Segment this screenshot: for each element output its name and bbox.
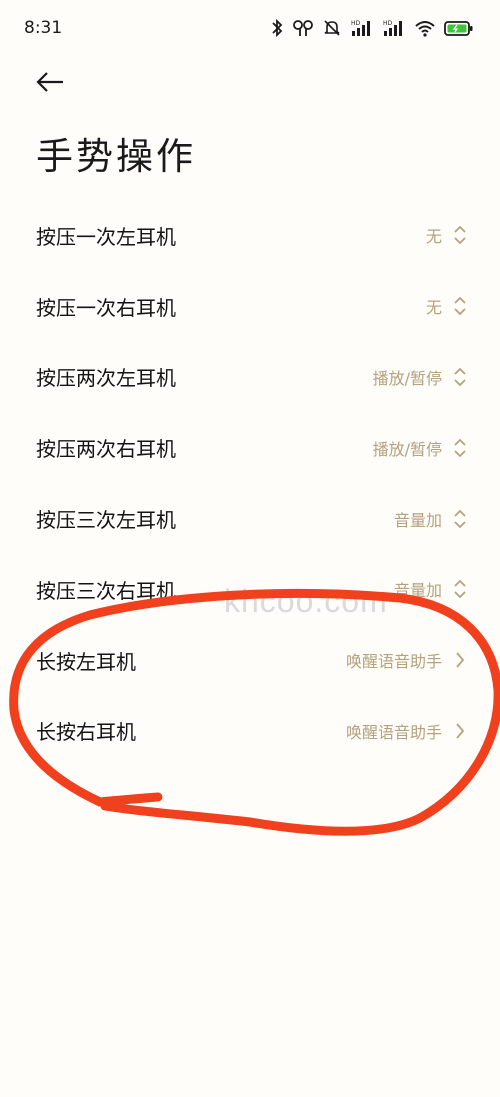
setting-row-press-twice-right[interactable]: 按压两次右耳机 播放/暂停: [0, 412, 500, 483]
setting-row-long-press-right[interactable]: 长按右耳机 唤醒语音助手: [0, 696, 500, 767]
earbuds-icon: [292, 18, 314, 38]
chevron-up-down-icon: [452, 294, 468, 318]
setting-label: 按压三次右耳机: [36, 578, 176, 603]
back-arrow-icon: [35, 70, 65, 98]
setting-value: 音量加: [393, 581, 442, 601]
page-title: 手势操作: [36, 135, 196, 178]
svg-text:HD: HD: [351, 20, 361, 27]
setting-row-press-thrice-right[interactable]: 按压三次右耳机 音量加: [0, 554, 500, 625]
setting-label: 按压一次左耳机: [36, 224, 176, 249]
chevron-up-down-icon: [452, 507, 468, 531]
setting-value: 播放/暂停: [372, 368, 442, 388]
back-button[interactable]: [30, 64, 70, 104]
signal-hd-icon-1: HD: [350, 18, 374, 38]
setting-value: 音量加: [393, 510, 442, 530]
chevron-right-icon: [452, 719, 468, 743]
setting-value: 无: [425, 227, 442, 247]
chevron-right-icon: [452, 648, 468, 672]
chevron-up-down-icon: [452, 436, 468, 460]
setting-label: 按压三次左耳机: [36, 508, 176, 533]
setting-row-long-press-left[interactable]: 长按左耳机 唤醒语音助手: [0, 625, 500, 696]
setting-label: 长按右耳机: [36, 720, 136, 745]
setting-value: 唤醒语音助手: [345, 652, 442, 672]
setting-label: 按压两次右耳机: [36, 437, 176, 462]
setting-label: 长按左耳机: [36, 649, 136, 674]
svg-text:HD: HD: [383, 20, 393, 27]
signal-hd-icon-2: HD: [382, 18, 406, 38]
chevron-up-down-icon: [452, 577, 468, 601]
setting-label: 按压一次右耳机: [36, 295, 176, 320]
status-icons: HD HD: [270, 18, 474, 38]
bluetooth-icon: [270, 18, 284, 38]
status-time: 8:31: [24, 18, 63, 38]
setting-value: 唤醒语音助手: [345, 722, 442, 742]
status-bar: 8:31 HD HD: [0, 0, 500, 60]
chevron-up-down-icon: [452, 223, 468, 247]
setting-row-press-thrice-left[interactable]: 按压三次左耳机 音量加: [0, 483, 500, 554]
battery-icon: [444, 18, 474, 38]
setting-value: 无: [425, 298, 442, 318]
chevron-up-down-icon: [452, 365, 468, 389]
settings-list: 按压一次左耳机 无 按压一次右耳机 无 按压两次左耳机 播放/暂停 按压两次右耳…: [0, 200, 500, 766]
setting-label: 按压两次左耳机: [36, 366, 176, 391]
mute-bell-icon: [322, 18, 342, 38]
setting-value: 播放/暂停: [372, 439, 442, 459]
setting-row-press-once-left[interactable]: 按压一次左耳机 无: [0, 200, 500, 271]
wifi-icon: [414, 18, 436, 38]
setting-row-press-once-right[interactable]: 按压一次右耳机 无: [0, 271, 500, 342]
setting-row-press-twice-left[interactable]: 按压两次左耳机 播放/暂停: [0, 342, 500, 413]
